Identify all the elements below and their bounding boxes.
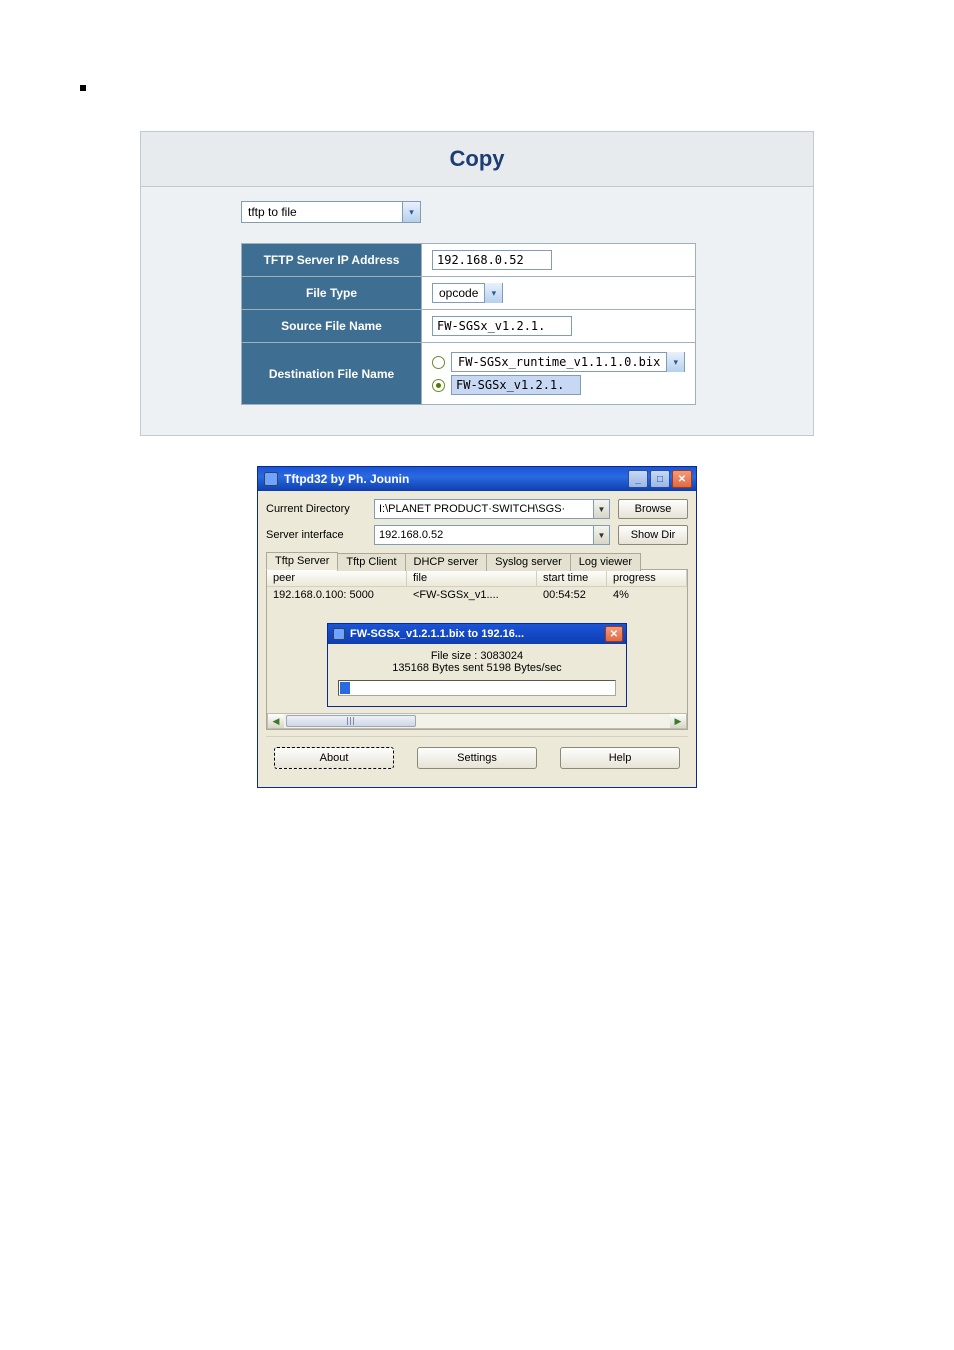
progress-rate-line: 135168 Bytes sent 5198 Bytes/sec: [338, 662, 616, 674]
progress-bar: [338, 680, 616, 696]
dest-file-label: Destination File Name: [242, 343, 422, 405]
chevron-down-icon[interactable]: ▼: [593, 500, 609, 518]
tab-log-viewer[interactable]: Log viewer: [570, 553, 641, 571]
progress-chunk: [340, 682, 350, 694]
current-directory-label: Current Directory: [266, 503, 366, 515]
show-dir-button[interactable]: Show Dir: [618, 525, 688, 545]
current-directory-combo[interactable]: I:\PLANET PRODUCT·SWITCH\SGS· ▼: [374, 499, 610, 519]
transfer-row[interactable]: 192.168.0.100: 5000 <FW-SGSx_v1.... 00:5…: [267, 587, 687, 603]
dest-option-1-select[interactable]: FW-SGSx_runtime_v1.1.1.0.bix ▾: [451, 352, 685, 372]
chevron-down-icon[interactable]: ▼: [593, 526, 609, 544]
maximize-button[interactable]: □: [650, 470, 670, 488]
dest-option-2[interactable]: [432, 375, 685, 395]
help-button[interactable]: Help: [560, 747, 680, 769]
dest-option-1-value: FW-SGSx_runtime_v1.1.1.0.bix: [452, 355, 666, 369]
scroll-left-button[interactable]: ◀: [268, 714, 284, 728]
tabstrip: Tftp Server Tftp Client DHCP server Sysl…: [266, 551, 688, 569]
tab-tftp-server[interactable]: Tftp Server: [266, 552, 338, 570]
chevron-down-icon[interactable]: ▾: [666, 352, 684, 372]
app-icon: [333, 628, 345, 640]
server-interface-label: Server interface: [266, 529, 366, 541]
close-button[interactable]: ✕: [672, 470, 692, 488]
copy-mode-select[interactable]: tftp to file ▾: [241, 201, 421, 223]
transfer-list-header: peer file start time progress: [267, 570, 687, 587]
copy-form-table: TFTP Server IP Address File Type opcode …: [241, 243, 696, 405]
titlebar[interactable]: Tftpd32 by Ph. Jounin _ □ ✕: [258, 467, 696, 491]
progress-dialog: FW-SGSx_v1.2.1.1.bix to 192.16... ✕ File…: [327, 623, 627, 707]
tab-dhcp-server[interactable]: DHCP server: [405, 553, 488, 571]
tftp-ip-input[interactable]: [432, 250, 552, 270]
tftpd32-window: Tftpd32 by Ph. Jounin _ □ ✕ Current Dire…: [257, 466, 697, 788]
square-bullet-icon: [80, 85, 86, 91]
col-peer[interactable]: peer: [267, 570, 407, 586]
bullet-item: [80, 80, 874, 91]
tab-tftp-client[interactable]: Tftp Client: [337, 553, 405, 571]
server-interface-value: 192.168.0.52: [375, 529, 593, 541]
file-type-value: opcode: [433, 286, 484, 300]
close-button[interactable]: ✕: [605, 626, 623, 642]
dest-option-1[interactable]: FW-SGSx_runtime_v1.1.1.0.bix ▾: [432, 352, 685, 372]
window-title: Tftpd32 by Ph. Jounin: [284, 472, 409, 486]
current-directory-value: I:\PLANET PRODUCT·SWITCH\SGS·: [375, 503, 593, 515]
grip-icon: [347, 717, 355, 725]
scroll-track[interactable]: [284, 715, 670, 727]
scroll-right-button[interactable]: ▶: [670, 714, 686, 728]
file-type-select[interactable]: opcode ▾: [432, 283, 503, 303]
row-file: <FW-SGSx_v1....: [407, 587, 537, 603]
settings-button[interactable]: Settings: [417, 747, 537, 769]
copy-panel: Copy tftp to file ▾ TFTP Server IP Addre…: [140, 131, 814, 436]
tab-syslog-server[interactable]: Syslog server: [486, 553, 571, 571]
copy-title: Copy: [141, 132, 813, 187]
browse-button[interactable]: Browse: [618, 499, 688, 519]
app-icon: [264, 472, 278, 486]
progress-size-line: File size : 3083024: [338, 650, 616, 662]
scroll-thumb[interactable]: [286, 715, 416, 727]
source-file-input[interactable]: [432, 316, 572, 336]
dest-option-2-input[interactable]: [451, 375, 581, 395]
radio-selected-icon[interactable]: [432, 379, 445, 392]
progress-titlebar[interactable]: FW-SGSx_v1.2.1.1.bix to 192.16... ✕: [328, 624, 626, 644]
progress-title: FW-SGSx_v1.2.1.1.bix to 192.16...: [350, 628, 524, 640]
chevron-down-icon[interactable]: ▾: [402, 202, 420, 222]
minimize-button[interactable]: _: [628, 470, 648, 488]
col-progress[interactable]: progress: [607, 570, 687, 586]
copy-mode-value: tftp to file: [242, 205, 402, 219]
file-type-label: File Type: [242, 277, 422, 310]
source-file-label: Source File Name: [242, 310, 422, 343]
horizontal-scrollbar[interactable]: ◀ ▶: [267, 713, 687, 729]
server-interface-combo[interactable]: 192.168.0.52 ▼: [374, 525, 610, 545]
row-peer: 192.168.0.100: 5000: [267, 587, 407, 603]
tftp-ip-label: TFTP Server IP Address: [242, 244, 422, 277]
col-start[interactable]: start time: [537, 570, 607, 586]
radio-icon[interactable]: [432, 356, 445, 369]
row-start: 00:54:52: [537, 587, 607, 603]
col-file[interactable]: file: [407, 570, 537, 586]
about-button[interactable]: About: [274, 747, 394, 769]
chevron-down-icon[interactable]: ▾: [484, 283, 502, 303]
row-progress: 4%: [607, 587, 687, 603]
tftp-server-pane: peer file start time progress 192.168.0.…: [266, 569, 688, 730]
